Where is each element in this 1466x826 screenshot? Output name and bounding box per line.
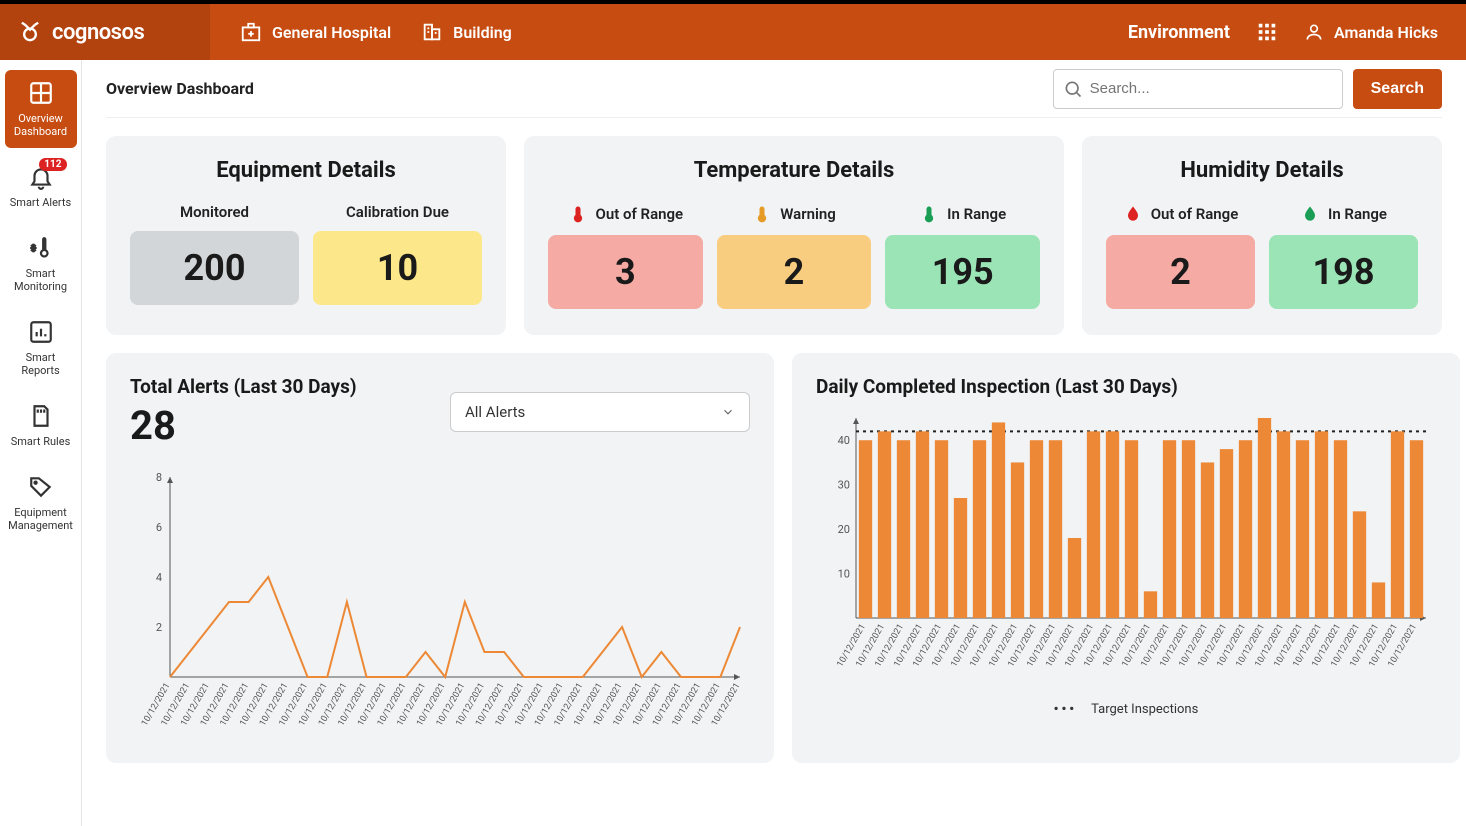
stat-value-temp-out[interactable]: 3 [548,235,703,309]
stat-value-monitored[interactable]: 200 [130,231,299,305]
stat-label: In Range [1328,205,1387,223]
org-selector[interactable]: General Hospital [240,21,391,43]
dashed-line-icon: ••• [1054,702,1077,717]
user-icon [1304,22,1324,42]
thermometer-warn-icon [752,203,772,225]
thermometer-snow-icon [28,235,54,261]
alerts-total: 28 [130,402,357,449]
search-icon [1063,79,1083,99]
svg-text:40: 40 [838,434,850,447]
chart-title: Total Alerts (Last 30 Days) [130,375,357,398]
stat-label: Calibration Due [346,203,449,221]
user-menu[interactable]: Amanda Hicks [1304,22,1438,42]
sidebar-item-alerts[interactable]: 112 Smart Alerts [5,154,77,219]
building-selector[interactable]: Building [421,21,512,43]
svg-text:20: 20 [838,523,850,536]
search-input[interactable] [1053,69,1343,109]
svg-text:6: 6 [156,521,162,534]
alert-badge: 112 [39,158,66,171]
search-button[interactable]: Search [1353,69,1442,109]
inspections-chart-card: Daily Completed Inspection (Last 30 Days… [792,353,1460,763]
svg-text:4: 4 [156,571,162,584]
user-name: Amanda Hicks [1334,23,1438,42]
humidity-details-card: Humidity Details Out of Range 2 In Range [1082,136,1442,335]
hospital-icon [240,21,262,43]
sidebar-item-rules[interactable]: Smart Rules [5,393,77,458]
droplet-ok-icon [1300,203,1320,225]
svg-text:8: 8 [156,471,162,484]
droplet-alert-icon [1123,203,1143,225]
sidebar-nav: Overview Dashboard 112 Smart Alerts Smar… [0,60,82,826]
stat-value-temp-in[interactable]: 195 [885,235,1040,309]
stat-label: Out of Range [1151,205,1239,223]
app-header: cognosos General Hospital Building Envir… [0,4,1466,60]
sidebar-item-overview[interactable]: Overview Dashboard [5,70,77,148]
sidebar-item-monitoring[interactable]: Smart Monitoring [5,225,77,303]
equipment-details-card: Equipment Details Monitored 200 Calibrat… [106,136,506,335]
sidebar-item-equipment[interactable]: Equipment Management [5,464,77,542]
total-alerts-chart-card: Total Alerts (Last 30 Days) 28 All Alert… [106,353,774,763]
environment-label[interactable]: Environment [1128,22,1230,43]
alerts-filter-dropdown[interactable]: All Alerts [450,392,750,432]
chart-title: Daily Completed Inspection (Last 30 Days… [816,375,1436,398]
sidebar-label: Smart Monitoring [9,267,73,293]
sidebar-label: Smart Alerts [10,196,71,209]
stat-label: In Range [947,205,1006,223]
sidebar-label: Smart Reports [9,351,73,377]
temperature-details-card: Temperature Details Out of Range 3 Warni… [524,136,1064,335]
svg-text:10: 10 [838,568,850,581]
stat-value-hum-out[interactable]: 2 [1106,235,1255,309]
inspections-bar-chart: 1020304010/12/202110/12/202110/12/202110… [816,408,1436,688]
page-title: Overview Dashboard [106,79,254,98]
sidebar-label: Smart Rules [11,435,71,448]
card-title: Temperature Details [548,158,1040,183]
svg-text:30: 30 [838,479,850,492]
thermometer-ok-icon [919,203,939,225]
stat-value-temp-warn[interactable]: 2 [717,235,872,309]
sidebar-item-reports[interactable]: Smart Reports [5,309,77,387]
bar-chart-icon [28,319,54,345]
card-title: Equipment Details [130,158,482,183]
building-icon [421,21,443,43]
stat-label: Out of Range [596,205,684,223]
apps-grid-icon[interactable] [1256,21,1278,43]
stat-label: Warning [780,205,836,223]
stat-value-calibration[interactable]: 10 [313,231,482,305]
card-title: Humidity Details [1106,158,1418,183]
bee-icon [16,18,44,46]
stat-label: Monitored [180,203,249,221]
org-label: General Hospital [272,23,391,42]
alerts-line-chart: 246810/12/202110/12/202110/12/202110/12/… [130,467,750,737]
sd-card-icon [28,403,54,429]
chart-legend: ••• Target Inspections [816,702,1436,717]
sidebar-label: Equipment Management [8,506,73,532]
brand-text: cognosos [52,20,144,45]
legend-label: Target Inspections [1091,702,1198,717]
building-label: Building [453,23,512,42]
thermometer-alert-icon [568,203,588,225]
dashboard-icon [28,80,54,106]
dropdown-value: All Alerts [465,403,525,421]
sidebar-label: Overview Dashboard [9,112,73,138]
tag-icon [28,474,54,500]
svg-text:2: 2 [156,621,162,634]
chevron-down-icon [721,405,735,419]
main-content: Overview Dashboard Search Equipment Deta… [82,60,1466,826]
brand-logo[interactable]: cognosos [0,4,210,60]
stat-value-hum-in[interactable]: 198 [1269,235,1418,309]
